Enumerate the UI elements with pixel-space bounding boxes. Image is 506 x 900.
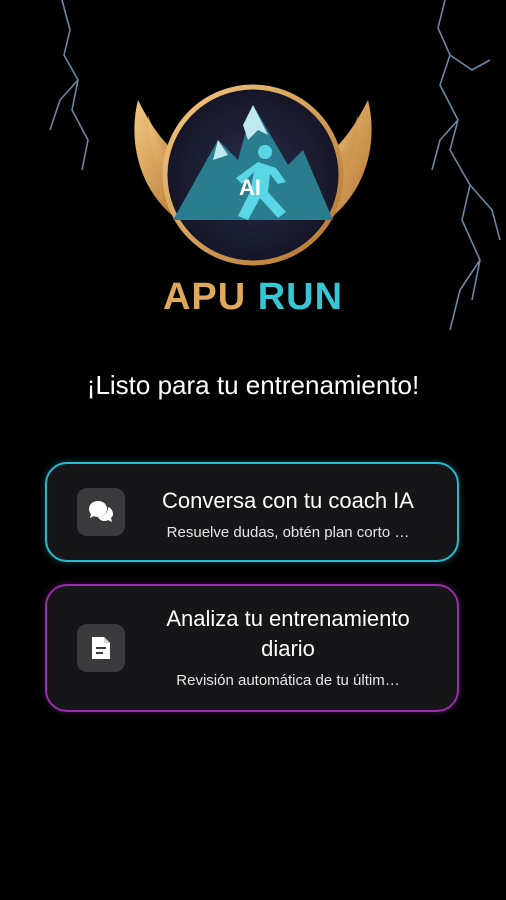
coach-chat-card[interactable]: Conversa con tu coach IA Resuelve dudas,… <box>45 462 459 562</box>
analyze-training-subtitle: Revisión automática de tu últim… <box>176 672 400 689</box>
analyze-training-title: Analiza tu entrenamiento diario <box>166 606 410 661</box>
coach-chat-title: Conversa con tu coach IA <box>162 488 414 513</box>
chat-bubbles-icon <box>77 488 125 536</box>
apu-run-logo: AI <box>134 84 372 266</box>
brand-wordmark: APU RUN <box>0 276 506 319</box>
page-title: ¡Listo para tu entrenamiento! <box>86 370 420 400</box>
brand-run: RUN <box>257 276 344 318</box>
analyze-training-card[interactable]: Analiza tu entrenamiento diario Revisión… <box>45 584 459 712</box>
ai-badge: AI <box>239 175 261 200</box>
document-icon <box>77 624 125 672</box>
coach-chat-subtitle: Resuelve dudas, obtén plan corto … <box>166 524 410 541</box>
brand-apu: APU <box>162 276 247 318</box>
